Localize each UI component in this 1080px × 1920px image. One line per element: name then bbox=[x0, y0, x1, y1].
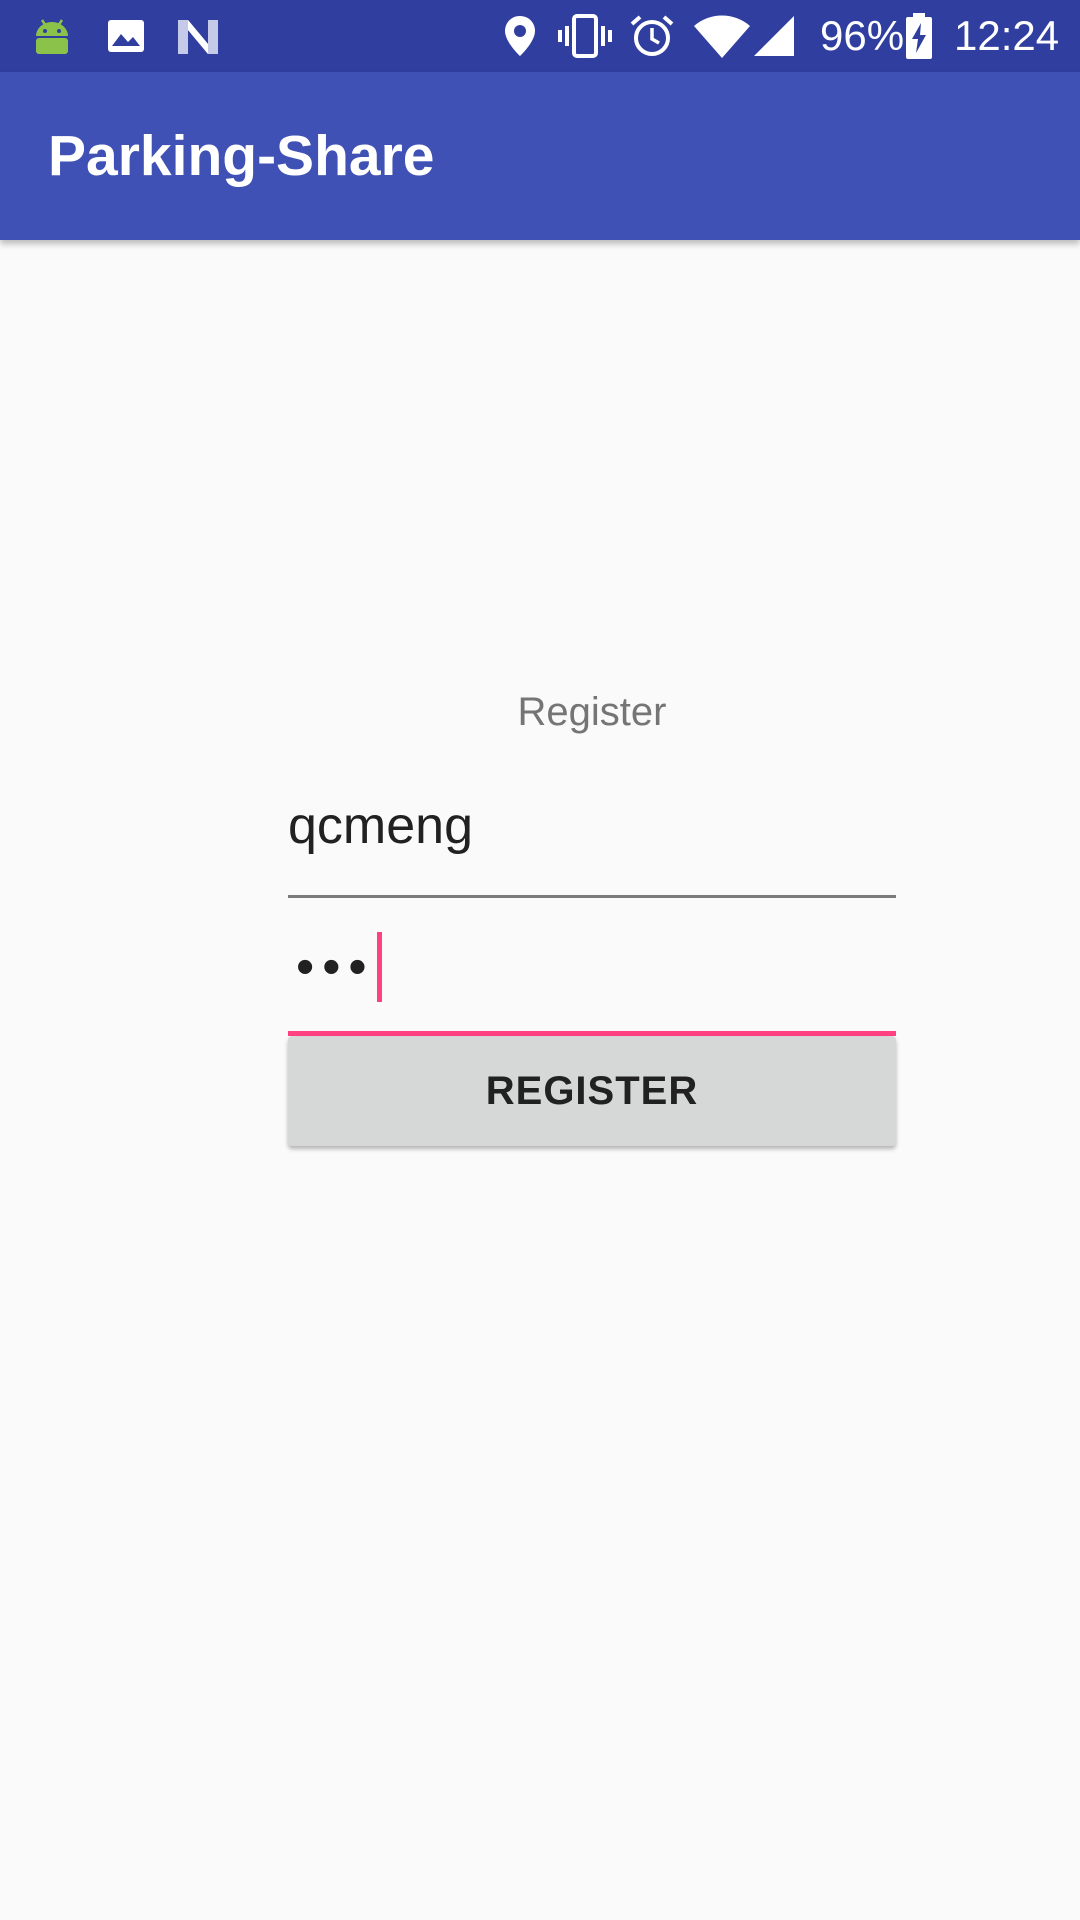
register-screen: Register qcmeng ••• REGISTER bbox=[0, 240, 1080, 1920]
register-button[interactable]: REGISTER bbox=[288, 1036, 896, 1146]
android-icon bbox=[30, 0, 74, 72]
app-title: Parking-Share bbox=[48, 124, 435, 188]
wifi-icon bbox=[692, 0, 752, 72]
password-field[interactable]: ••• bbox=[288, 912, 896, 1036]
username-underline bbox=[288, 895, 896, 898]
image-icon bbox=[104, 0, 148, 72]
battery-charging-icon bbox=[904, 0, 934, 72]
app-bar: Parking-Share bbox=[0, 72, 1080, 240]
alarm-icon bbox=[628, 0, 676, 72]
text-cursor bbox=[376, 932, 382, 1002]
clock-time: 12:24 bbox=[954, 12, 1060, 59]
password-value-wrapper: ••• bbox=[296, 912, 382, 1022]
n-logo-icon bbox=[174, 0, 222, 72]
status-bar: 96% 12:24 bbox=[0, 0, 1080, 72]
username-value: qcmeng bbox=[288, 797, 473, 855]
cell-signal-icon bbox=[752, 0, 796, 72]
username-field[interactable]: qcmeng bbox=[288, 780, 896, 898]
password-dots: ••• bbox=[296, 938, 375, 996]
vibrate-icon bbox=[556, 0, 614, 72]
battery-percent: 96% bbox=[820, 12, 905, 59]
location-icon bbox=[500, 0, 540, 72]
page-title: Register bbox=[517, 690, 667, 734]
